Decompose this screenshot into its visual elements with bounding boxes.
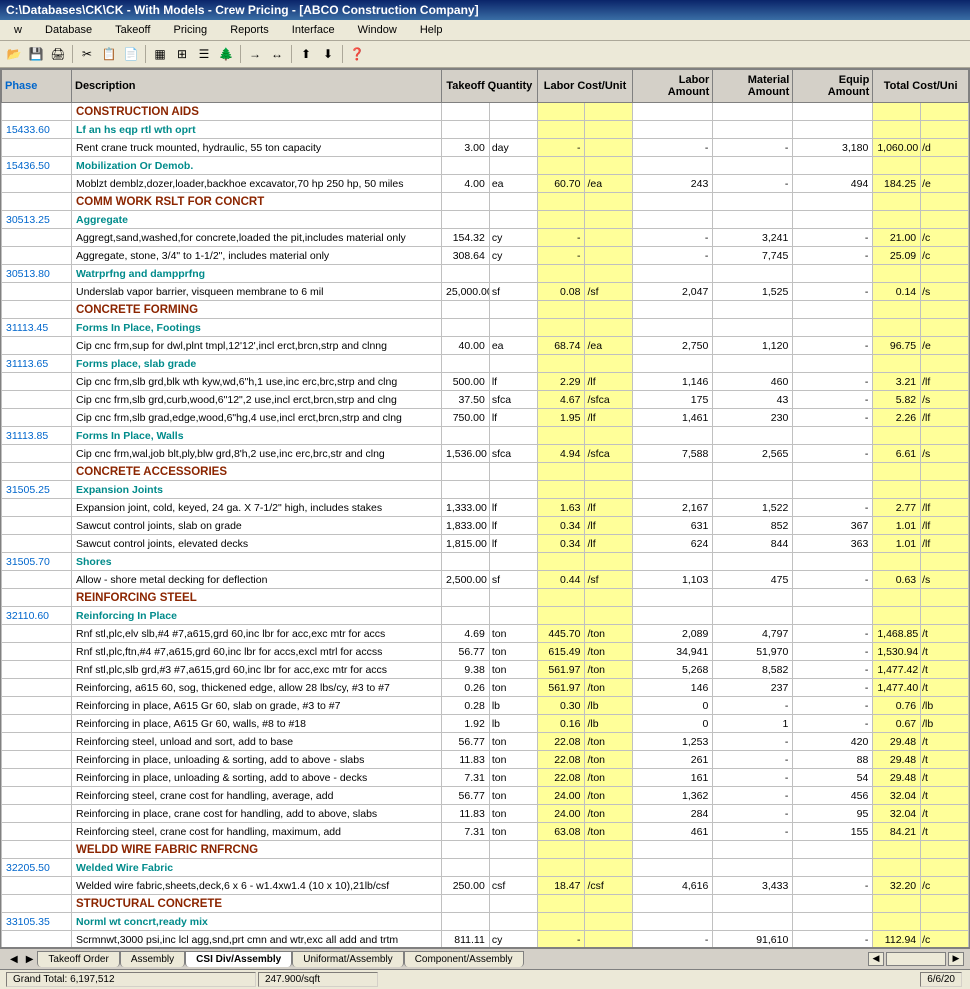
table-row[interactable]: 31113.65Forms place, slab grade (2, 355, 969, 373)
table-row[interactable]: Rnf stl,plc,ftn,#4 #7,a615,grd 60,inc lb… (2, 643, 969, 661)
table-row[interactable]: Reinforcing, a615 60, sog, thickened edg… (2, 679, 969, 697)
table-row[interactable]: Cip cnc frm,slb grad,edge,wood,6"hg,4 us… (2, 409, 969, 427)
nav-icon[interactable]: ↔ (267, 44, 287, 64)
tab-component[interactable]: Component/Assembly (404, 951, 524, 967)
open-icon[interactable]: 📂 (4, 44, 24, 64)
header-labor-cost[interactable]: Labor Cost/Unit (537, 70, 633, 103)
table-row[interactable]: CONSTRUCTION AIDS (2, 103, 969, 121)
tree-icon[interactable]: 🌲 (216, 44, 236, 64)
table-row[interactable]: REINFORCING STEEL (2, 589, 969, 607)
table-row[interactable]: 32205.50Welded Wire Fabric (2, 859, 969, 877)
table-row[interactable]: Allow - shore metal decking for deflecti… (2, 571, 969, 589)
sort-asc-icon[interactable]: ⬆ (296, 44, 316, 64)
goto-icon[interactable]: → (245, 44, 265, 64)
table-row[interactable]: Aggregate, stone, 3/4" to 1-1/2", includ… (2, 247, 969, 265)
list-icon[interactable]: ☰ (194, 44, 214, 64)
paste-icon[interactable]: 📄 (121, 44, 141, 64)
table-row[interactable]: Reinforcing in place, A615 Gr 60, walls,… (2, 715, 969, 733)
tab-takeoff-order[interactable]: Takeoff Order (37, 951, 119, 967)
header-labor-amount[interactable]: Labor Amount (633, 70, 713, 103)
grid-icon[interactable]: ▦ (150, 44, 170, 64)
table-row[interactable]: Reinforcing in place, A615 Gr 60, slab o… (2, 697, 969, 715)
table-row[interactable]: Expansion joint, cold, keyed, 24 ga. X 7… (2, 499, 969, 517)
header-phase[interactable]: Phase (2, 70, 72, 103)
sheet-tabs: ◀ ▶ Takeoff Order Assembly CSI Div/Assemb… (0, 948, 970, 969)
table-row[interactable]: Welded wire fabric,sheets,deck,6 x 6 - w… (2, 877, 969, 895)
pricing-table: Phase Description Takeoff Quantity Labor… (1, 69, 969, 948)
table-row[interactable]: Sawcut control joints, elevated decks1,8… (2, 535, 969, 553)
table-row[interactable]: Moblzt demblz,dozer,loader,backhoe excav… (2, 175, 969, 193)
menu-interface[interactable]: Interface (282, 22, 345, 38)
menu-pricing[interactable]: Pricing (164, 22, 218, 38)
table-row[interactable]: 31505.70Shores (2, 553, 969, 571)
table-row[interactable]: 30513.80Watrprfng and dampprfng (2, 265, 969, 283)
status-grand-total: Grand Total: 6,197,512 (6, 972, 256, 987)
tab-csi-div[interactable]: CSI Div/Assembly (185, 951, 292, 967)
table-row[interactable]: 32110.60Reinforcing In Place (2, 607, 969, 625)
table-row[interactable]: Sawcut control joints, slab on grade1,83… (2, 517, 969, 535)
table-row[interactable]: COMM WORK RSLT FOR CONCRT (2, 193, 969, 211)
table-row[interactable]: Cip cnc frm,slb grd,blk wth kyw,wd,6"h,1… (2, 373, 969, 391)
table-row[interactable]: Rent crane truck mounted, hydraulic, 55 … (2, 139, 969, 157)
toolbar: 📂 💾 🖨 ✂ 📋 📄 ▦ ⊞ ☰ 🌲 → ↔ ⬆ ⬇ ❓ (0, 41, 970, 68)
header-equip-amount[interactable]: Equip Amount (793, 70, 873, 103)
menu-help[interactable]: Help (410, 22, 453, 38)
table-row[interactable]: CONCRETE ACCESSORIES (2, 463, 969, 481)
menu-takeoff[interactable]: Takeoff (105, 22, 160, 38)
header-description[interactable]: Description (72, 70, 442, 103)
table-row[interactable]: Cip cnc frm,slb grd,curb,wood,6"12",2 us… (2, 391, 969, 409)
scroll-left-icon[interactable]: ◀ (868, 952, 884, 966)
cut-icon[interactable]: ✂ (77, 44, 97, 64)
menu-database[interactable]: Database (35, 22, 102, 38)
tab-assembly[interactable]: Assembly (120, 951, 185, 967)
menu-view[interactable]: w (4, 22, 32, 38)
table-row[interactable]: 15436.50Mobilization Or Demob. (2, 157, 969, 175)
table-row[interactable]: 33105.35Norml wt concrt,ready mix (2, 913, 969, 931)
table-row[interactable]: Reinforcing steel, unload and sort, add … (2, 733, 969, 751)
table-row[interactable]: STRUCTURAL CONCRETE (2, 895, 969, 913)
status-per-sqft: 247.900/sqft (258, 972, 378, 987)
copy-icon[interactable]: 📋 (99, 44, 119, 64)
table-icon[interactable]: ⊞ (172, 44, 192, 64)
print-icon[interactable]: 🖨 (48, 44, 68, 64)
table-row[interactable]: Rnf stl,plc,slb grd,#3 #7,a615,grd 60,in… (2, 661, 969, 679)
table-row[interactable]: Aggregt,sand,washed,for concrete,loaded … (2, 229, 969, 247)
header-material-amount[interactable]: Material Amount (713, 70, 793, 103)
table-row[interactable]: Underslab vapor barrier, visqueen membra… (2, 283, 969, 301)
table-row[interactable]: 31113.45Forms In Place, Footings (2, 319, 969, 337)
menu-window[interactable]: Window (348, 22, 407, 38)
table-row[interactable]: Cip cnc frm,sup for dwl,plnt tmpl,12'12'… (2, 337, 969, 355)
spreadsheet-grid[interactable]: Phase Description Takeoff Quantity Labor… (0, 68, 970, 948)
help-icon[interactable]: ❓ (347, 44, 367, 64)
status-bar: Grand Total: 6,197,512 247.900/sqft 6/6/… (0, 969, 970, 989)
table-row[interactable]: 15433.60Lf an hs eqp rtl wth oprt (2, 121, 969, 139)
menu-bar: w Database Takeoff Pricing Reports Inter… (0, 20, 970, 41)
table-row[interactable]: Scrmnwt,3000 psi,inc lcl agg,snd,prt cmn… (2, 931, 969, 949)
header-total-cost[interactable]: Total Cost/Uni (873, 70, 969, 103)
table-row[interactable]: Reinforcing steel, crane cost for handli… (2, 787, 969, 805)
table-row[interactable]: 31505.25Expansion Joints (2, 481, 969, 499)
table-row[interactable]: Reinforcing steel, crane cost for handli… (2, 823, 969, 841)
sort-desc-icon[interactable]: ⬇ (318, 44, 338, 64)
tab-uniformat[interactable]: Uniformat/Assembly (292, 951, 403, 967)
table-row[interactable]: Reinforcing in place, unloading & sortin… (2, 769, 969, 787)
status-date: 6/6/20 (920, 972, 962, 987)
table-row[interactable]: 30513.25Aggregate (2, 211, 969, 229)
table-row[interactable]: 31113.85Forms In Place, Walls (2, 427, 969, 445)
save-icon[interactable]: 💾 (26, 44, 46, 64)
table-row[interactable]: Rnf stl,plc,elv slb,#4 #7,a615,grd 60,in… (2, 625, 969, 643)
table-row[interactable]: Reinforcing in place, crane cost for han… (2, 805, 969, 823)
scroll-right-icon[interactable]: ▶ (948, 952, 964, 966)
menu-reports[interactable]: Reports (220, 22, 279, 38)
title-bar: C:\Databases\CK\CK - With Models - Crew … (0, 0, 970, 20)
table-row[interactable]: WELDD WIRE FABRIC RNFRCNG (2, 841, 969, 859)
table-row[interactable]: CONCRETE FORMING (2, 301, 969, 319)
table-row[interactable]: Cip cnc frm,wal,job blt,ply,blw grd,8'h,… (2, 445, 969, 463)
table-row[interactable]: Reinforcing in place, unloading & sortin… (2, 751, 969, 769)
header-quantity[interactable]: Takeoff Quantity (442, 70, 538, 103)
